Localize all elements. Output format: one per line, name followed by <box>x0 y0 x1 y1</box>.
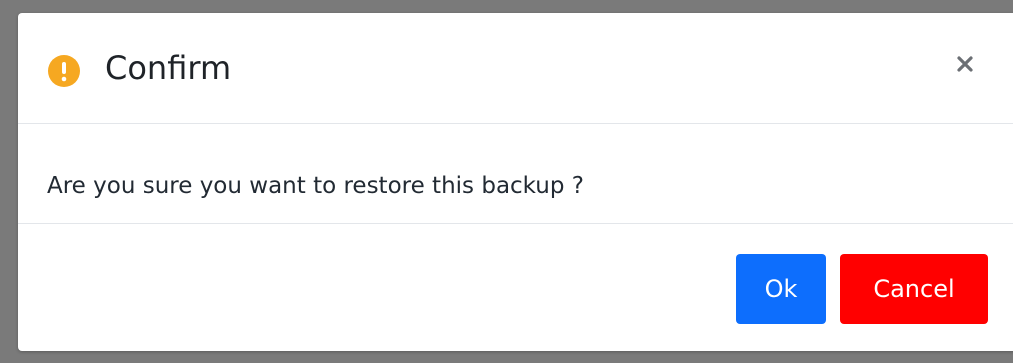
dialog-header: Confirm <box>18 13 1013 124</box>
confirm-dialog: Confirm Are you sure you want to restore… <box>18 13 1013 351</box>
ok-button[interactable]: Ok <box>736 254 826 324</box>
dialog-message: Are you sure you want to restore this ba… <box>47 173 584 199</box>
warning-icon <box>48 55 80 87</box>
dialog-body: Are you sure you want to restore this ba… <box>18 124 1013 224</box>
dialog-title: Confirm <box>105 49 232 87</box>
dialog-footer: Ok Cancel <box>18 224 1013 351</box>
close-icon[interactable] <box>952 51 978 77</box>
cancel-button[interactable]: Cancel <box>840 254 988 324</box>
